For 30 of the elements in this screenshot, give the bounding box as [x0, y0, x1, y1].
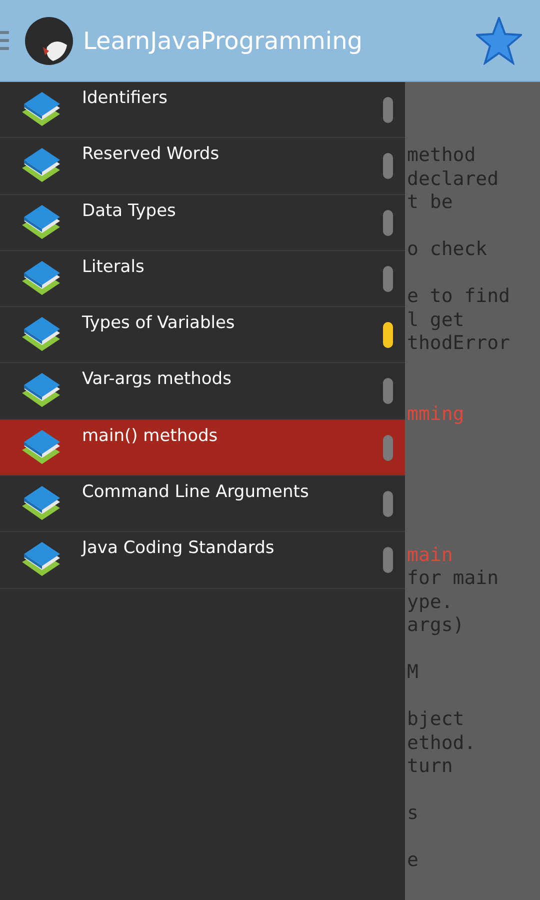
content-line: method: [407, 144, 476, 168]
content-heading: main: [407, 544, 453, 567]
content-line: declared: [407, 168, 499, 191]
content-line: e to find: [407, 285, 510, 308]
app-logo-icon: [25, 16, 73, 64]
drawer-item[interactable]: Reserved Words: [0, 138, 405, 195]
content-line: M: [407, 661, 418, 684]
content-line: t be: [407, 191, 453, 214]
content-line: args): [407, 614, 464, 638]
content-line: s: [407, 802, 418, 826]
menu-icon[interactable]: [0, 30, 9, 52]
drawer-item[interactable]: Literals: [0, 250, 405, 308]
content-line: l get: [407, 308, 464, 332]
drawer-item[interactable]: main() methods: [0, 420, 405, 476]
drawer-item[interactable]: Java Coding Standards: [0, 532, 405, 589]
star-icon[interactable]: [476, 16, 522, 64]
content-line: ethod.: [407, 732, 476, 755]
app-title: LearnJavaProgramming: [83, 26, 364, 54]
drawer-item[interactable]: Data Types: [0, 194, 405, 251]
drawer-item[interactable]: Command Line Arguments: [0, 476, 405, 532]
content-heading: mming: [407, 402, 464, 426]
content-line: o check: [407, 238, 488, 262]
content-line: thodError: [407, 332, 510, 356]
content-line: turn: [407, 755, 453, 778]
drawer-item[interactable]: Types of Variables: [0, 307, 405, 364]
content-line: ype.: [407, 590, 453, 614]
content-line: for main: [407, 567, 499, 590]
drawer-item[interactable]: Identifiers: [0, 82, 405, 138]
content-line: e: [407, 849, 418, 872]
content-line: bject: [407, 708, 464, 732]
